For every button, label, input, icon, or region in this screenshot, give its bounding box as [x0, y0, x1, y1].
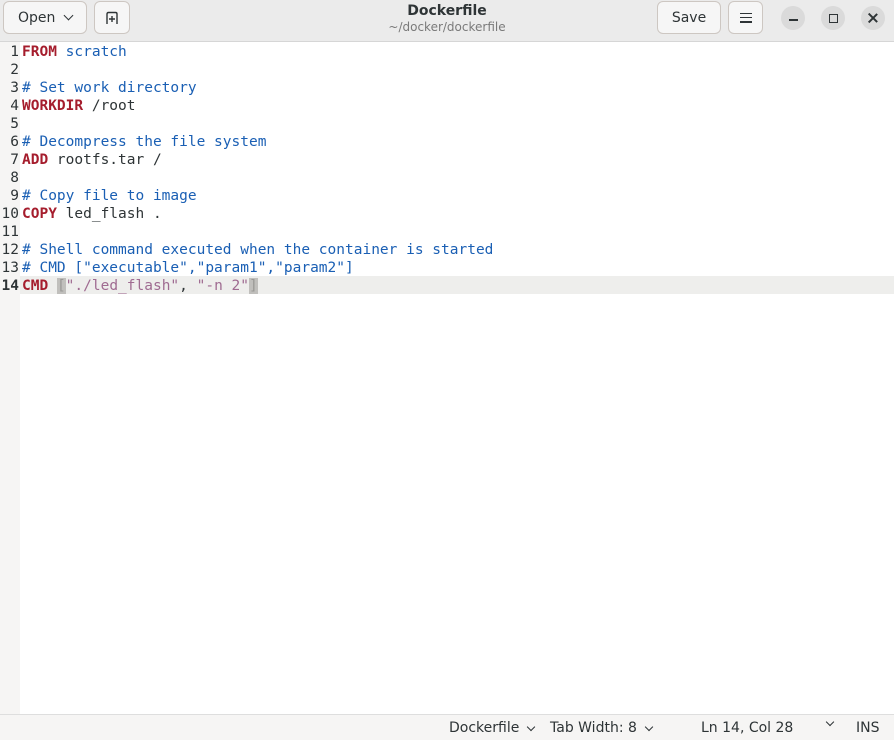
line-content[interactable]: # CMD ["executable","param1","param2"] — [22, 259, 354, 277]
line-number: 2 — [10, 62, 19, 78]
minimize-button[interactable] — [781, 6, 805, 30]
line-content[interactable]: # Copy file to image — [22, 187, 197, 205]
text-editor[interactable]: 1 FROM scratch 2 3 # Set work directory 4 WORK… — [0, 42, 894, 714]
line-number: 7 — [10, 152, 19, 168]
line-content[interactable]: WORKDIR /root — [22, 97, 136, 115]
code-line[interactable]: 5 — [0, 115, 894, 133]
code-line[interactable]: 8 — [0, 169, 894, 187]
line-number: 1 — [10, 44, 19, 60]
line-number: 14 — [1, 278, 19, 294]
line-number: 13 — [1, 260, 19, 276]
chevron-down-icon — [527, 722, 536, 731]
insert-mode-label: INS — [856, 720, 880, 736]
code-token: ADD — [22, 152, 49, 168]
line-content[interactable]: COPY led_flash . — [22, 205, 162, 223]
code-line[interactable]: 3 # Set work directory — [0, 79, 894, 97]
line-number: 12 — [1, 242, 19, 258]
line-content[interactable]: CMD ["./led_flash", "-n 2"] — [22, 277, 258, 295]
code-token: # Shell command executed when the contai… — [22, 242, 494, 258]
tab-width-selector[interactable]: Tab Width: 8 — [550, 720, 654, 736]
line-number: 5 — [10, 116, 19, 132]
code-token: scratch — [65, 44, 127, 60]
code-lines[interactable]: 1 FROM scratch 2 3 # Set work directory 4 WORK… — [0, 43, 894, 295]
language-selector[interactable]: Dockerfile — [449, 720, 536, 736]
code-line[interactable]: 1 FROM scratch — [0, 43, 894, 61]
line-number: 11 — [1, 224, 19, 240]
code-line[interactable]: 7 ADD rootfs.tar / — [0, 151, 894, 169]
document-title: Dockerfile — [407, 3, 487, 19]
chevron-down-icon — [63, 10, 74, 21]
code-line[interactable]: 9 # Copy file to image — [0, 187, 894, 205]
chevron-down-icon — [825, 717, 835, 727]
code-token: WORKDIR — [22, 98, 84, 114]
new-tab-icon — [106, 11, 118, 24]
window-title: Dockerfile ~/docker/dockerfile — [300, 2, 594, 34]
document-path: ~/docker/dockerfile — [388, 20, 506, 34]
main-menu-button[interactable] — [728, 1, 763, 34]
line-content[interactable]: FROM scratch — [22, 43, 127, 61]
code-token: /root — [83, 98, 136, 114]
save-button[interactable]: Save — [657, 1, 721, 34]
code-line[interactable]: 14 CMD ["./led_flash", "-n 2"] — [0, 277, 894, 295]
status-bar: Dockerfile Tab Width: 8 Ln 14, Col 28 IN… — [0, 714, 894, 740]
cursor-position-label: Ln 14, Col 28 — [701, 720, 794, 736]
code-token: rootfs.tar / — [48, 152, 162, 168]
line-number: 4 — [10, 98, 19, 114]
chevron-down-icon — [644, 722, 654, 731]
header-bar: Open Dockerfile ~/docker/dockerfile Save — [0, 0, 894, 42]
line-number: 3 — [10, 80, 19, 96]
code-token: FROM — [22, 44, 57, 60]
code-token: CMD — [22, 278, 49, 294]
code-token: COPY — [22, 206, 57, 222]
code-token: # Copy file to image — [22, 188, 197, 204]
line-number: 9 — [10, 188, 19, 204]
code-line[interactable]: 2 — [0, 61, 894, 79]
code-token: # CMD ["executable","param1","param2"] — [22, 260, 354, 276]
close-icon — [868, 13, 878, 23]
line-content[interactable]: # Decompress the file system — [22, 133, 266, 151]
code-line[interactable]: 12 # Shell command executed when the cont… — [0, 241, 894, 259]
cursor-position[interactable]: Ln 14, Col 28 — [701, 720, 793, 736]
code-token: "-n 2" — [196, 278, 250, 294]
maximize-button[interactable] — [821, 6, 845, 30]
maximize-icon — [828, 13, 838, 23]
code-token: led_flash . — [56, 206, 162, 222]
line-number: 6 — [10, 134, 19, 150]
minimize-icon — [788, 19, 798, 21]
code-line[interactable]: 4 WORKDIR /root — [0, 97, 894, 115]
code-token: ] — [249, 278, 258, 294]
open-button-label: Open — [18, 9, 56, 26]
insert-mode-indicator[interactable]: INS — [856, 720, 880, 736]
line-number: 8 — [10, 170, 19, 186]
open-button[interactable]: Open — [3, 1, 87, 34]
code-token: # Decompress the file system — [22, 134, 267, 150]
line-content[interactable]: # Shell command executed when the contai… — [22, 241, 493, 259]
code-line[interactable]: 13 # CMD ["executable","param1","param2"] — [0, 259, 894, 277]
close-button[interactable] — [861, 6, 885, 30]
code-token: # Set work directory — [22, 80, 197, 96]
code-line[interactable]: 6 # Decompress the file system — [0, 133, 894, 151]
hamburger-icon — [739, 12, 752, 23]
line-number: 10 — [1, 206, 19, 222]
line-content[interactable]: ADD rootfs.tar / — [22, 151, 162, 169]
code-token: "./led_flash" — [65, 278, 180, 294]
line-content[interactable]: # Set work directory — [22, 79, 197, 97]
code-token: [ — [56, 278, 66, 294]
code-token: , — [179, 278, 197, 294]
position-dropdown[interactable] — [818, 717, 835, 727]
tab-width-label: Tab Width: 8 — [550, 720, 637, 736]
code-line[interactable]: 10 COPY led_flash . — [0, 205, 894, 223]
language-label: Dockerfile — [449, 720, 520, 736]
code-line[interactable]: 11 — [0, 223, 894, 241]
new-tab-button[interactable] — [94, 1, 130, 34]
